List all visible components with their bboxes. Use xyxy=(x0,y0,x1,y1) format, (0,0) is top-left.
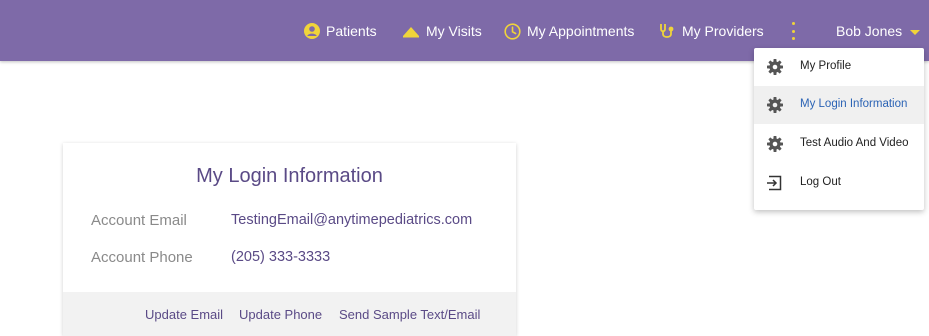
card-title: My Login Information xyxy=(196,165,383,187)
nav-my-providers[interactable]: My Providers xyxy=(658,21,764,41)
card-footer: Update Email Update Phone Send Sample Te… xyxy=(63,292,516,336)
update-phone-link[interactable]: Update Phone xyxy=(239,307,322,322)
stethoscope-icon xyxy=(660,24,674,38)
account-phone-value: (205) 333-3333 xyxy=(231,249,331,265)
user-dropdown-menu: My Profile My Login Information Test Aud… xyxy=(754,48,924,210)
gear-icon xyxy=(767,59,783,75)
nav-my-appointments-label: My Appointments xyxy=(527,23,635,39)
menu-item-label: My Profile xyxy=(800,60,852,72)
nav-patients[interactable]: Patients xyxy=(304,21,377,41)
update-email-link[interactable]: Update Email xyxy=(145,307,223,322)
account-phone-label: Account Phone xyxy=(91,249,193,266)
logout-icon xyxy=(767,175,782,191)
nav-my-providers-label: My Providers xyxy=(682,23,764,39)
gear-icon xyxy=(767,97,783,113)
kebab-icon[interactable] xyxy=(789,22,797,40)
nav-my-visits-label: My Visits xyxy=(426,23,482,39)
user-name: Bob Jones xyxy=(836,23,903,39)
account-email-label: Account Email xyxy=(91,212,187,229)
send-sample-text-email-link[interactable]: Send Sample Text/Email xyxy=(339,307,480,322)
menu-item-label: Test Audio And Video xyxy=(800,137,909,149)
menu-item-label: Log Out xyxy=(800,176,841,188)
mountain-icon xyxy=(403,27,419,38)
nav-my-visits[interactable]: My Visits xyxy=(402,21,482,41)
login-information-card: My Login Information Account Email Testi… xyxy=(63,143,516,336)
caret-down-icon xyxy=(910,29,921,35)
gear-icon xyxy=(767,136,783,152)
menu-item-test-audio-video[interactable]: Test Audio And Video xyxy=(754,125,924,163)
menu-item-my-login-information[interactable]: My Login Information xyxy=(754,86,924,124)
clock-icon xyxy=(504,22,521,40)
user-menu-toggle[interactable]: Bob Jones xyxy=(836,21,921,41)
account-email-value: TestingEmail@anytimepediatrics.com xyxy=(231,212,473,228)
nav-patients-label: Patients xyxy=(326,23,377,39)
menu-item-my-profile[interactable]: My Profile xyxy=(754,48,924,86)
user-circle-icon xyxy=(304,23,320,39)
nav-my-appointments[interactable]: My Appointments xyxy=(504,21,634,41)
menu-item-log-out[interactable]: Log Out xyxy=(754,164,924,202)
menu-item-label: My Login Information xyxy=(800,98,908,110)
